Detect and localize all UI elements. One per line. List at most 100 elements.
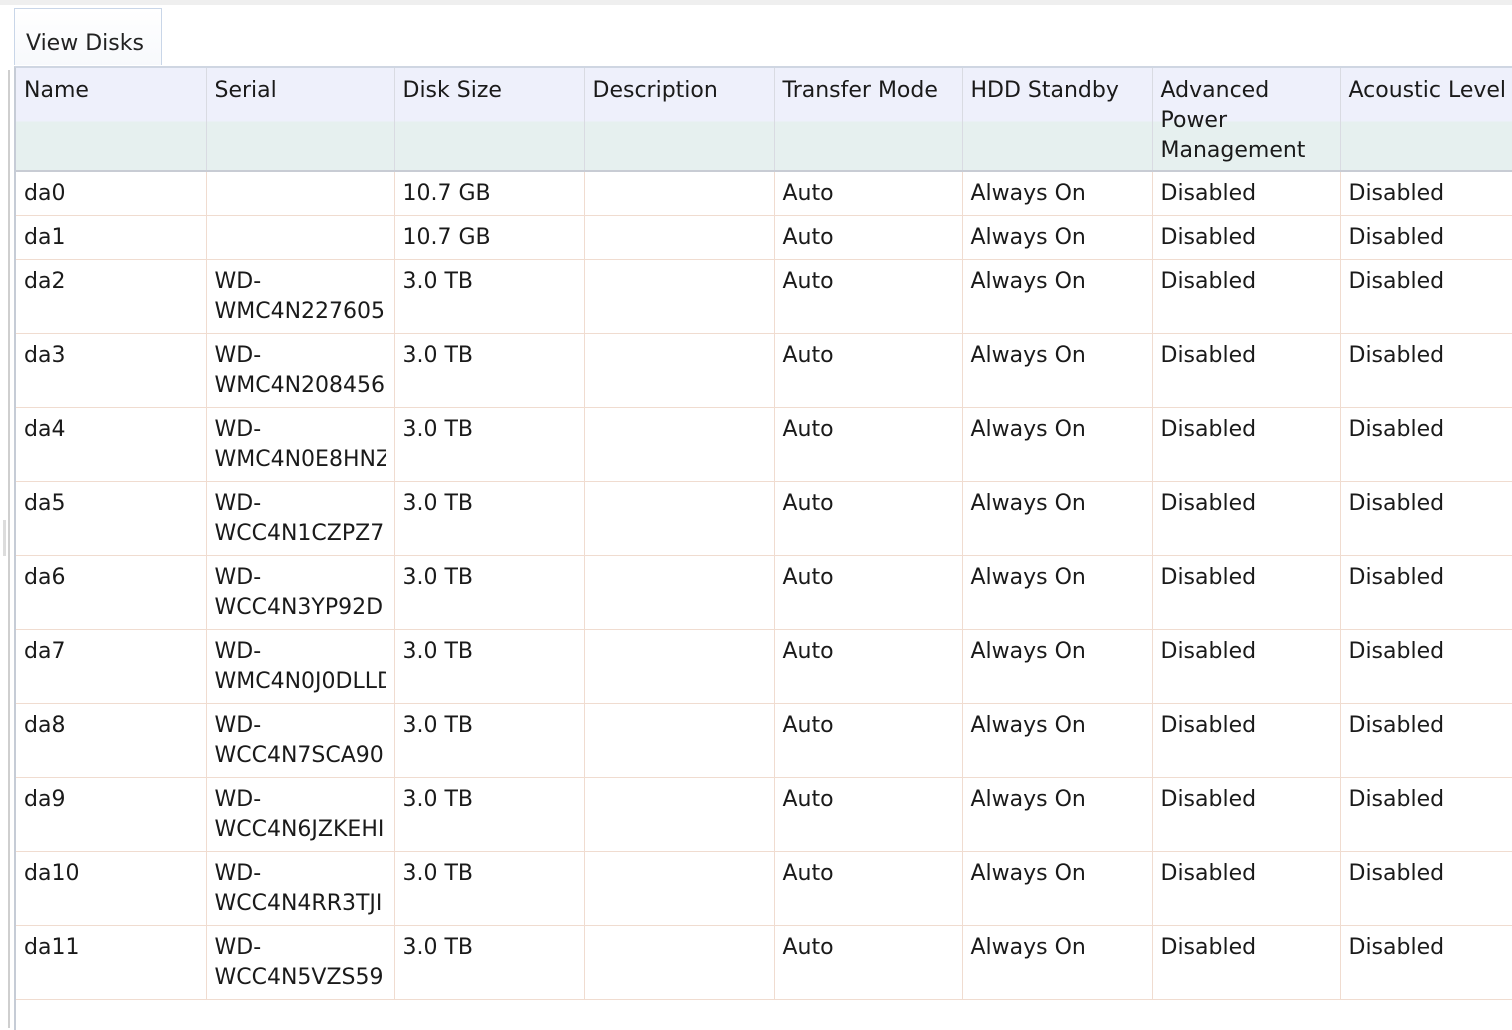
table-row[interactable]: da5 WD- WCC4N1CZPZ7 3.0 TB Auto Always On Disa… xyxy=(16,481,1512,556)
cell-advanced-power-management: Disabled xyxy=(1152,703,1341,778)
cell-description xyxy=(584,703,775,778)
serial-line: WD- xyxy=(214,268,262,294)
cell-serial: WD- WCC4N6JZKEHI xyxy=(206,777,395,852)
cell-disk-size: 3.0 TB xyxy=(394,851,585,926)
cell-name: da9 xyxy=(16,777,207,852)
cell-name: da11 xyxy=(16,925,207,1000)
cell-disk-size: 3.0 TB xyxy=(394,259,585,334)
serial-line: WD- xyxy=(214,860,262,886)
column-header-serial[interactable]: Serial xyxy=(206,68,395,172)
cell-advanced-power-management: Disabled xyxy=(1152,215,1341,260)
cell-advanced-power-management: Disabled xyxy=(1152,171,1341,216)
cell-acoustic-level: Disabled xyxy=(1340,259,1512,334)
cell-serial xyxy=(206,215,395,260)
cell-hdd-standby: Always On xyxy=(962,215,1153,260)
serial-line: WCC4N1CZPZ7 xyxy=(214,520,385,546)
column-header-name[interactable]: Name xyxy=(16,68,207,172)
serial-line: WCC4N7SCA90 xyxy=(214,742,384,768)
cell-hdd-standby: Always On xyxy=(962,555,1153,630)
cell-transfer-mode: Auto xyxy=(774,851,963,926)
serial-line: WCC4N4RR3TJI xyxy=(214,890,383,916)
table-row[interactable]: da4 WD- WMC4N0E8HNZ 3.0 TB Auto Always On Disa… xyxy=(16,407,1512,482)
cell-advanced-power-management: Disabled xyxy=(1152,481,1341,556)
cell-acoustic-level: Disabled xyxy=(1340,481,1512,556)
column-header-description[interactable]: Description xyxy=(584,68,775,172)
cell-transfer-mode: Auto xyxy=(774,481,963,556)
cell-description xyxy=(584,851,775,926)
cell-serial xyxy=(206,171,395,216)
cell-name: da0 xyxy=(16,171,207,216)
table-row[interactable]: da9 WD- WCC4N6JZKEHI 3.0 TB Auto Always On Dis… xyxy=(16,777,1512,852)
cell-disk-size: 3.0 TB xyxy=(394,703,585,778)
serial-line: WD- xyxy=(214,490,262,516)
cell-name: da1 xyxy=(16,215,207,260)
cell-serial: WD- WMC4N2084563 xyxy=(206,333,395,408)
cell-disk-size: 10.7 GB xyxy=(394,171,585,216)
serial-line: WD- xyxy=(214,416,262,442)
cell-advanced-power-management: Disabled xyxy=(1152,407,1341,482)
cell-transfer-mode: Auto xyxy=(774,703,963,778)
cell-acoustic-level: Disabled xyxy=(1340,925,1512,1000)
serial-line: WCC4N6JZKEHI xyxy=(214,816,385,842)
cell-name: da5 xyxy=(16,481,207,556)
cell-disk-size: 3.0 TB xyxy=(394,555,585,630)
disks-table: Name Serial Disk Size Description Transf… xyxy=(16,68,1512,1000)
serial-line: WD- xyxy=(214,638,262,664)
column-header-acoustic-level[interactable]: Acoustic Level xyxy=(1340,68,1512,172)
table-row[interactable]: da6 WD- WCC4N3YP92D 3.0 TB Auto Always On Disa… xyxy=(16,555,1512,630)
cell-disk-size: 3.0 TB xyxy=(394,333,585,408)
table-row[interactable]: da10 WD- WCC4N4RR3TJI 3.0 TB Auto Always On Di… xyxy=(16,851,1512,926)
cell-serial: WD- WCC4N3YP92D xyxy=(206,555,395,630)
table-row[interactable]: da11 WD- WCC4N5VZS59 3.0 TB Auto Always On Dis… xyxy=(16,925,1512,1000)
column-header-disk-size[interactable]: Disk Size xyxy=(394,68,585,172)
serial-line: WCC4N3YP92D xyxy=(214,594,384,620)
cell-hdd-standby: Always On xyxy=(962,703,1153,778)
cell-serial: WD- WMC4N0J0DLLD xyxy=(206,629,395,704)
cell-transfer-mode: Auto xyxy=(774,925,963,1000)
cell-advanced-power-management: Disabled xyxy=(1152,333,1341,408)
cell-name: da10 xyxy=(16,851,207,926)
cell-hdd-standby: Always On xyxy=(962,777,1153,852)
cell-disk-size: 3.0 TB xyxy=(394,407,585,482)
cell-advanced-power-management: Disabled xyxy=(1152,259,1341,334)
cell-serial: WD- WCC4N5VZS59 xyxy=(206,925,395,1000)
cell-disk-size: 3.0 TB xyxy=(394,629,585,704)
serial-line: WMC4N0J0DLLD xyxy=(214,668,386,694)
tab-view-disks[interactable]: View Disks xyxy=(14,8,162,65)
cell-acoustic-level: Disabled xyxy=(1340,629,1512,704)
cell-description xyxy=(584,215,775,260)
column-header-hdd-standby[interactable]: HDD Standby xyxy=(962,68,1153,172)
column-header-transfer-mode[interactable]: Transfer Mode xyxy=(774,68,963,172)
table-row[interactable]: da7 WD- WMC4N0J0DLLD 3.0 TB Auto Always On Dis… xyxy=(16,629,1512,704)
cell-acoustic-level: Disabled xyxy=(1340,703,1512,778)
cell-transfer-mode: Auto xyxy=(774,629,963,704)
cell-description xyxy=(584,925,775,1000)
column-header-advanced-power-management[interactable]: Advanced Power Management xyxy=(1152,68,1341,172)
cell-acoustic-level: Disabled xyxy=(1340,171,1512,216)
cell-serial: WD- WMC4N0E8HNZ xyxy=(206,407,395,482)
cell-transfer-mode: Auto xyxy=(774,777,963,852)
table-row[interactable]: da1 10.7 GB Auto Always On Disabled Disabled xyxy=(16,215,1512,260)
serial-line: WCC4N5VZS59 xyxy=(214,964,384,990)
table-row[interactable]: da8 WD- WCC4N7SCA90 3.0 TB Auto Always On Disa… xyxy=(16,703,1512,778)
tab-strip: View Disks xyxy=(14,8,1512,66)
cell-transfer-mode: Auto xyxy=(774,215,963,260)
cell-description xyxy=(584,481,775,556)
cell-transfer-mode: Auto xyxy=(774,259,963,334)
cell-transfer-mode: Auto xyxy=(774,171,963,216)
table-row[interactable]: da2 WD- WMC4N2276055 3.0 TB Auto Always On Dis… xyxy=(16,259,1512,334)
cell-transfer-mode: Auto xyxy=(774,555,963,630)
header-row: Name Serial Disk Size Description Transf… xyxy=(16,68,1512,172)
table-row[interactable]: da3 WD- WMC4N2084563 3.0 TB Auto Always On Dis… xyxy=(16,333,1512,408)
cell-hdd-standby: Always On xyxy=(962,481,1153,556)
cell-name: da2 xyxy=(16,259,207,334)
cell-serial: WD- WCC4N4RR3TJI xyxy=(206,851,395,926)
panel-resize-handle[interactable] xyxy=(3,520,6,556)
cell-disk-size: 3.0 TB xyxy=(394,777,585,852)
serial-line: WD- xyxy=(214,342,262,368)
cell-acoustic-level: Disabled xyxy=(1340,333,1512,408)
cell-disk-size: 3.0 TB xyxy=(394,925,585,1000)
table-row[interactable]: da0 10.7 GB Auto Always On Disabled Disabled xyxy=(16,171,1512,216)
serial-line: WMC4N2276055 xyxy=(214,298,386,324)
cell-disk-size: 3.0 TB xyxy=(394,481,585,556)
